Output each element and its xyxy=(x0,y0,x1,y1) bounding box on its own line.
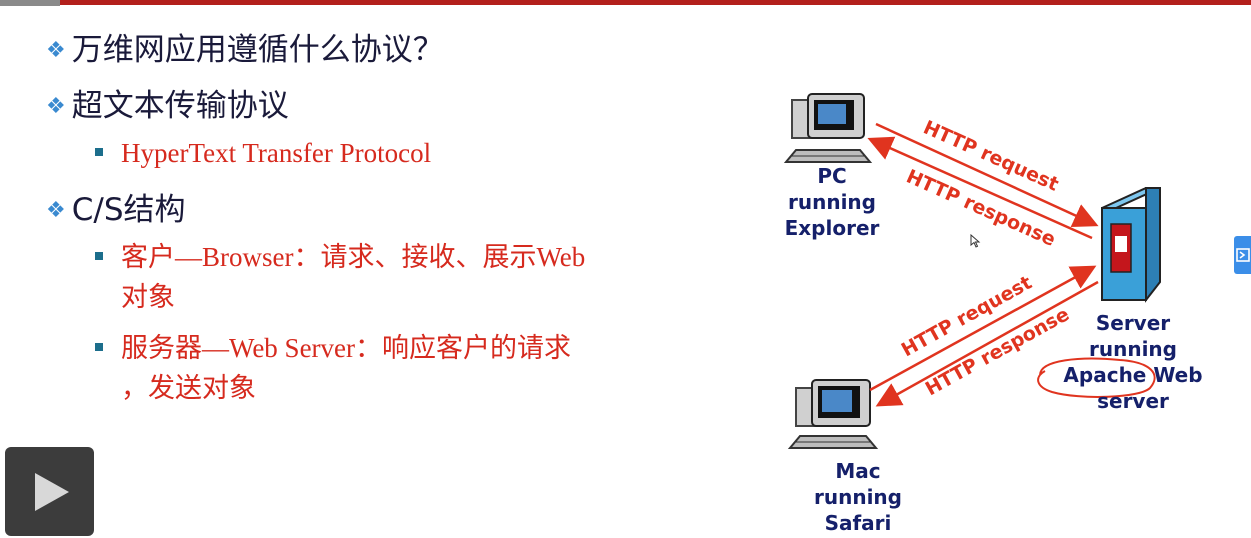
sub-bullet-client: 客户—Browser：请求、接收、展示Web 对象 xyxy=(95,237,695,317)
mac-label: Mac running Safari xyxy=(814,459,902,535)
diamond-bullet-icon: ❖ xyxy=(46,198,66,223)
side-panel-icon xyxy=(1236,248,1250,262)
bullet-cs-structure: ❖ C/S结构 xyxy=(46,192,186,228)
slide-bullet-list: ❖ 万维网应用遵循什么协议？ ❖ 超文本传输协议 HyperText Transfe… xyxy=(0,0,720,538)
http-client-server-diagram: HTTP request HTTP response HTTP request … xyxy=(783,93,1161,449)
diamond-bullet-icon: ❖ xyxy=(46,94,66,119)
pc-computer-icon xyxy=(783,93,873,163)
pc-label: PC running Explorer xyxy=(784,164,880,240)
square-bullet-icon xyxy=(95,343,103,351)
mouse-cursor-icon xyxy=(970,234,981,248)
square-bullet-icon xyxy=(95,148,103,156)
bullet-question: ❖ 万维网应用遵循什么协议？ xyxy=(46,32,444,68)
play-icon xyxy=(35,473,69,511)
diamond-bullet-icon: ❖ xyxy=(46,38,66,63)
mac-computer-icon xyxy=(787,379,879,449)
server-icon xyxy=(1101,187,1161,303)
side-panel-toggle-button[interactable] xyxy=(1234,236,1251,274)
sub-bullet-http-name: HyperText Transfer Protocol xyxy=(95,133,695,173)
bullet-hypertext-protocol: ❖ 超文本传输协议 xyxy=(46,88,289,124)
play-button[interactable] xyxy=(5,447,94,536)
square-bullet-icon xyxy=(95,252,103,260)
sub-bullet-server: 服务器—Web Server：响应客户的请求 ，发送对象 xyxy=(95,328,695,408)
server-label: Server running Apache Web server xyxy=(1063,311,1203,413)
